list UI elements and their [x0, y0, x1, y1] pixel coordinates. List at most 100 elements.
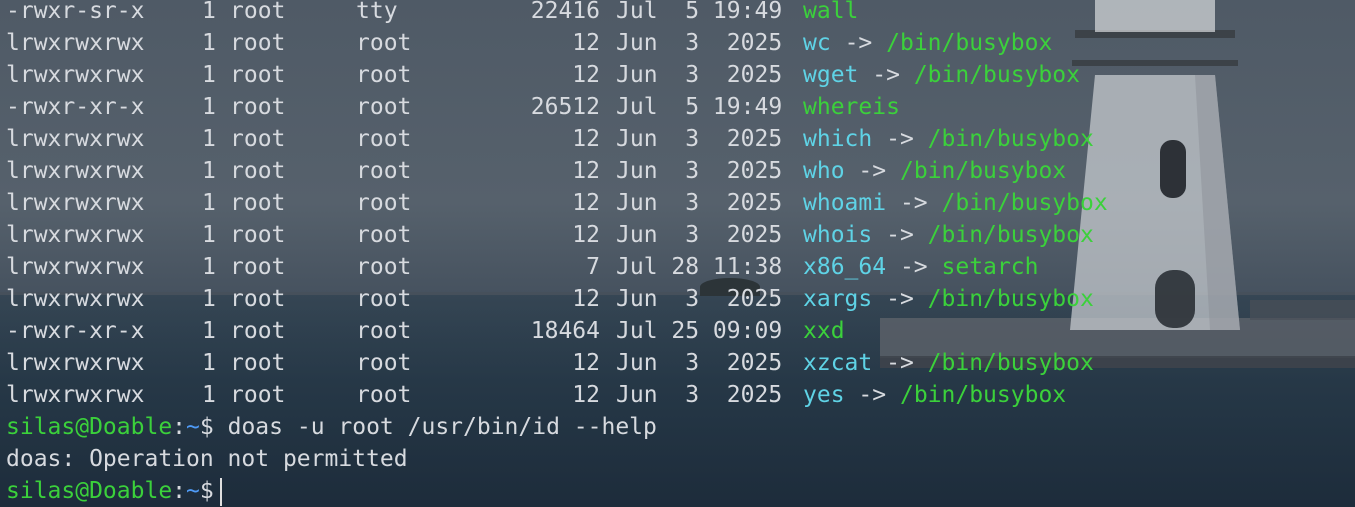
file-date: Jun 3 2025: [616, 62, 783, 88]
ls-entry: lrwxrwxrwx 1 root root 12 Jun 3 2025 whois -> …: [6, 219, 1346, 251]
file-group: tty: [356, 0, 398, 24]
file-size: 12: [572, 222, 600, 248]
file-date: Jul 28 11:38: [616, 254, 783, 280]
file-name-cell: whereis: [803, 91, 900, 123]
ls-entry: lrwxrwxrwx 1 root root 12 Jun 3 2025 wc -> /bi…: [6, 27, 1346, 59]
file-date: Jul 5 19:49: [616, 0, 783, 24]
file-permissions: -rwxr-xr-x: [6, 318, 145, 344]
file-name: xzcat: [803, 350, 873, 376]
prompt-cwd: ~: [186, 414, 200, 440]
file-group: root: [356, 30, 412, 56]
prompt-colon: :: [172, 414, 187, 440]
file-date: Jul 25 09:09: [616, 318, 783, 344]
file-group: root: [356, 190, 412, 216]
symlink-arrow: ->: [899, 254, 928, 280]
file-date: Jun 3 2025: [616, 382, 783, 408]
file-owner: root: [230, 286, 286, 312]
file-name: xxd: [803, 318, 845, 344]
file-name-cell: whois -> /bin/busybox: [803, 219, 1094, 251]
prompt-line: silas@Doable:~$ doas -u root /usr/bin/id…: [6, 411, 1346, 443]
file-date: Jun 3 2025: [616, 158, 783, 184]
symlink-target: /bin/busybox: [927, 222, 1094, 248]
symlink-arrow: ->: [886, 286, 914, 312]
symlink-arrow: ->: [858, 382, 887, 408]
symlink-target: /bin/busybox: [941, 190, 1108, 216]
ls-entry: lrwxrwxrwx 1 root root 12 Jun 3 2025 xzcat -> …: [6, 347, 1346, 379]
file-permissions: lrwxrwxrwx: [6, 382, 145, 408]
symlink-target: /bin/busybox: [899, 382, 1067, 408]
file-date: Jun 3 2025: [616, 222, 783, 248]
active-prompt-line[interactable]: silas@Doable:~$: [6, 475, 1346, 507]
file-group: root: [356, 94, 412, 120]
symlink-target: /bin/busybox: [927, 126, 1094, 152]
file-name: which: [803, 126, 873, 152]
symlink-target: /bin/busybox: [913, 62, 1080, 88]
file-name: whoami: [803, 190, 887, 216]
file-name-cell: whoami -> /bin/busybox: [803, 187, 1108, 219]
symlink-arrow: ->: [886, 222, 914, 248]
symlink-arrow: ->: [844, 30, 873, 56]
symlink-target: /bin/busybox: [927, 286, 1094, 312]
symlink-target: /bin/busybox: [927, 350, 1094, 376]
ls-entry: lrwxrwxrwx 1 root root 12 Jun 3 2025 wget -> /…: [6, 59, 1346, 91]
file-size: 12: [572, 126, 600, 152]
file-link-count: 1: [202, 0, 216, 24]
file-name: who: [803, 158, 845, 184]
file-size: 18464: [530, 318, 600, 344]
file-permissions: -rwxr-sr-x: [6, 0, 145, 24]
file-permissions: lrwxrwxrwx: [6, 254, 145, 280]
file-permissions: lrwxrwxrwx: [6, 190, 145, 216]
file-link-count: 1: [202, 158, 216, 184]
file-owner: root: [230, 222, 286, 248]
file-group: root: [356, 318, 412, 344]
file-name-cell: wc -> /bin/busybox: [803, 27, 1052, 59]
file-size: 12: [572, 382, 600, 408]
file-link-count: 1: [202, 30, 216, 56]
terminal-window[interactable]: -rwxr-sr-x 1 root tty 22416 Jul 5 19:49 wall lr…: [0, 0, 1355, 507]
file-link-count: 1: [202, 350, 216, 376]
file-permissions: lrwxrwxrwx: [6, 62, 145, 88]
file-owner: root: [230, 94, 286, 120]
symlink-target: /bin/busybox: [899, 158, 1067, 184]
file-group: root: [356, 350, 412, 376]
symlink-arrow: ->: [886, 350, 914, 376]
file-name-cell: wget -> /bin/busybox: [803, 59, 1080, 91]
file-size: 12: [572, 350, 600, 376]
file-name: wall: [803, 0, 859, 24]
file-permissions: lrwxrwxrwx: [6, 222, 145, 248]
file-size: 12: [572, 190, 600, 216]
symlink-target: /bin/busybox: [886, 30, 1053, 56]
file-owner: root: [230, 350, 286, 376]
symlink-arrow: ->: [858, 158, 887, 184]
file-name-cell: who -> /bin/busybox: [803, 155, 1066, 187]
file-name-cell: yes -> /bin/busybox: [803, 379, 1066, 411]
file-link-count: 1: [202, 62, 216, 88]
file-date: Jul 5 19:49: [616, 94, 783, 120]
file-owner: root: [230, 382, 286, 408]
file-group: root: [356, 286, 412, 312]
file-name-cell: x86_64 -> setarch: [803, 251, 1038, 283]
symlink-target: setarch: [941, 254, 1039, 280]
prompt-user-host: silas@Doable: [6, 478, 173, 504]
ls-entry: -rwxr-xr-x 1 root root 26512 Jul 5 19:49 where…: [6, 91, 1346, 123]
file-date: Jun 3 2025: [616, 190, 783, 216]
ls-entry: lrwxrwxrwx 1 root root 12 Jun 3 2025 yes -> /b…: [6, 379, 1346, 411]
file-name: x86_64: [803, 254, 887, 280]
command-text: doas -u root /usr/bin/id --help: [227, 414, 657, 440]
file-link-count: 1: [202, 382, 216, 408]
file-date: Jun 3 2025: [616, 126, 783, 152]
file-size: 22416: [530, 0, 600, 24]
file-owner: root: [230, 158, 286, 184]
output-text: doas: Operation not permitted: [6, 446, 408, 472]
text-cursor[interactable]: [219, 477, 222, 506]
file-size: 12: [572, 286, 600, 312]
file-link-count: 1: [202, 190, 216, 216]
file-name: xargs: [803, 286, 873, 312]
ls-entry: lrwxrwxrwx 1 root root 12 Jun 3 2025 xargs -> …: [6, 283, 1346, 315]
ls-entry: lrwxrwxrwx 1 root root 12 Jun 3 2025 whoami ->…: [6, 187, 1346, 219]
file-name-cell: xzcat -> /bin/busybox: [803, 347, 1094, 379]
file-date: Jun 3 2025: [616, 30, 783, 56]
file-date: Jun 3 2025: [616, 350, 783, 376]
file-link-count: 1: [202, 286, 216, 312]
file-link-count: 1: [202, 94, 216, 120]
